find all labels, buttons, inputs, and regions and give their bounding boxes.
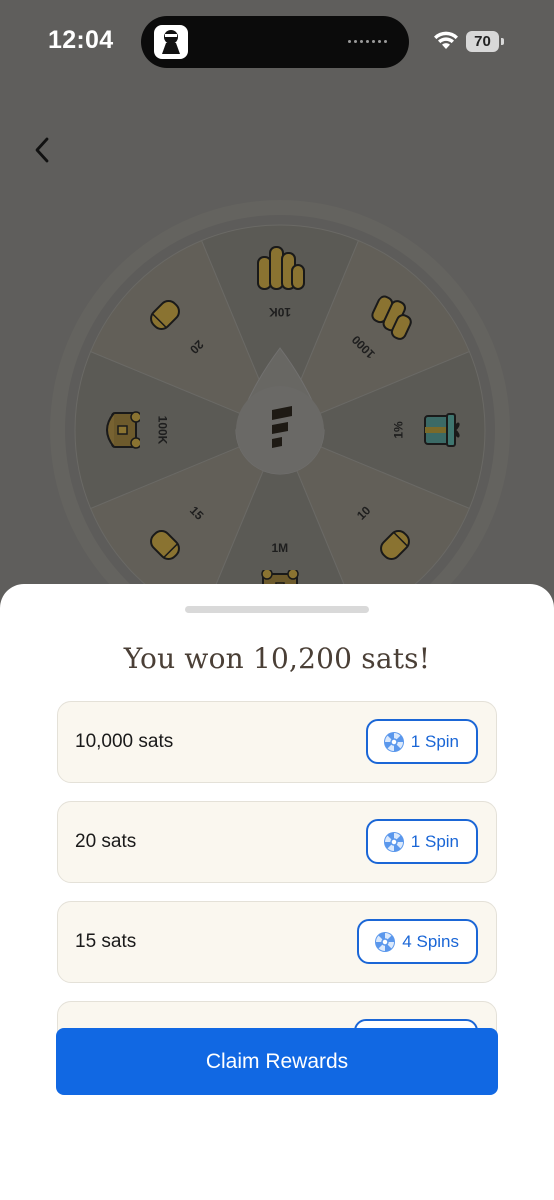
claim-rewards-button[interactable]: Claim Rewards [56,1028,498,1095]
wheel-segment-label: 100K [154,415,169,445]
wifi-icon [434,31,458,49]
sheet-grabber[interactable] [185,606,369,613]
reward-amount: 20 sats [75,831,137,852]
reward-amount: 15 sats [75,931,137,952]
spin-count-label: 1 Spin [410,731,459,751]
wheel-segment-label: 10K [269,305,292,319]
reward-row: 20 sats 1 Spin [57,801,497,883]
wheel-segment-label: 1M [271,541,289,555]
spin-token-icon [383,831,404,852]
wheel-segment-label: 1% [391,421,406,439]
spin-count-badge[interactable]: 1 Spin [365,719,478,764]
spin-token-icon [375,931,396,952]
battery-indicator: 70 [466,31,499,52]
app-activity-icon [154,25,188,59]
back-button[interactable] [22,128,62,172]
reward-row: 15 sats 4 Spins [57,901,497,983]
chevron-left-icon [35,137,49,163]
spin-count-label: 4 Spins [402,931,459,951]
gift-box-icon [423,413,461,447]
treasure-chest-icon [96,408,140,452]
rewards-sheet: You won 10,200 sats! 10,000 sats 1 Spin … [0,584,554,1200]
spin-token-icon [383,731,404,752]
sheet-title: You won 10,200 sats! [123,642,431,675]
dynamic-island [141,16,409,68]
status-bar: 12:04 70 [0,0,554,84]
reward-row: 10,000 sats 1 Spin [57,701,497,783]
reward-amount: 10,000 sats [75,731,174,752]
battery-cap [501,38,504,45]
spin-count-badge[interactable]: 1 Spin [365,819,478,864]
audio-indicator-icon [348,40,387,43]
spin-count-label: 1 Spin [410,831,459,851]
status-time: 12:04 [48,26,114,54]
spin-count-badge[interactable]: 4 Spins [357,919,478,964]
coin-stack-icon [254,243,306,293]
